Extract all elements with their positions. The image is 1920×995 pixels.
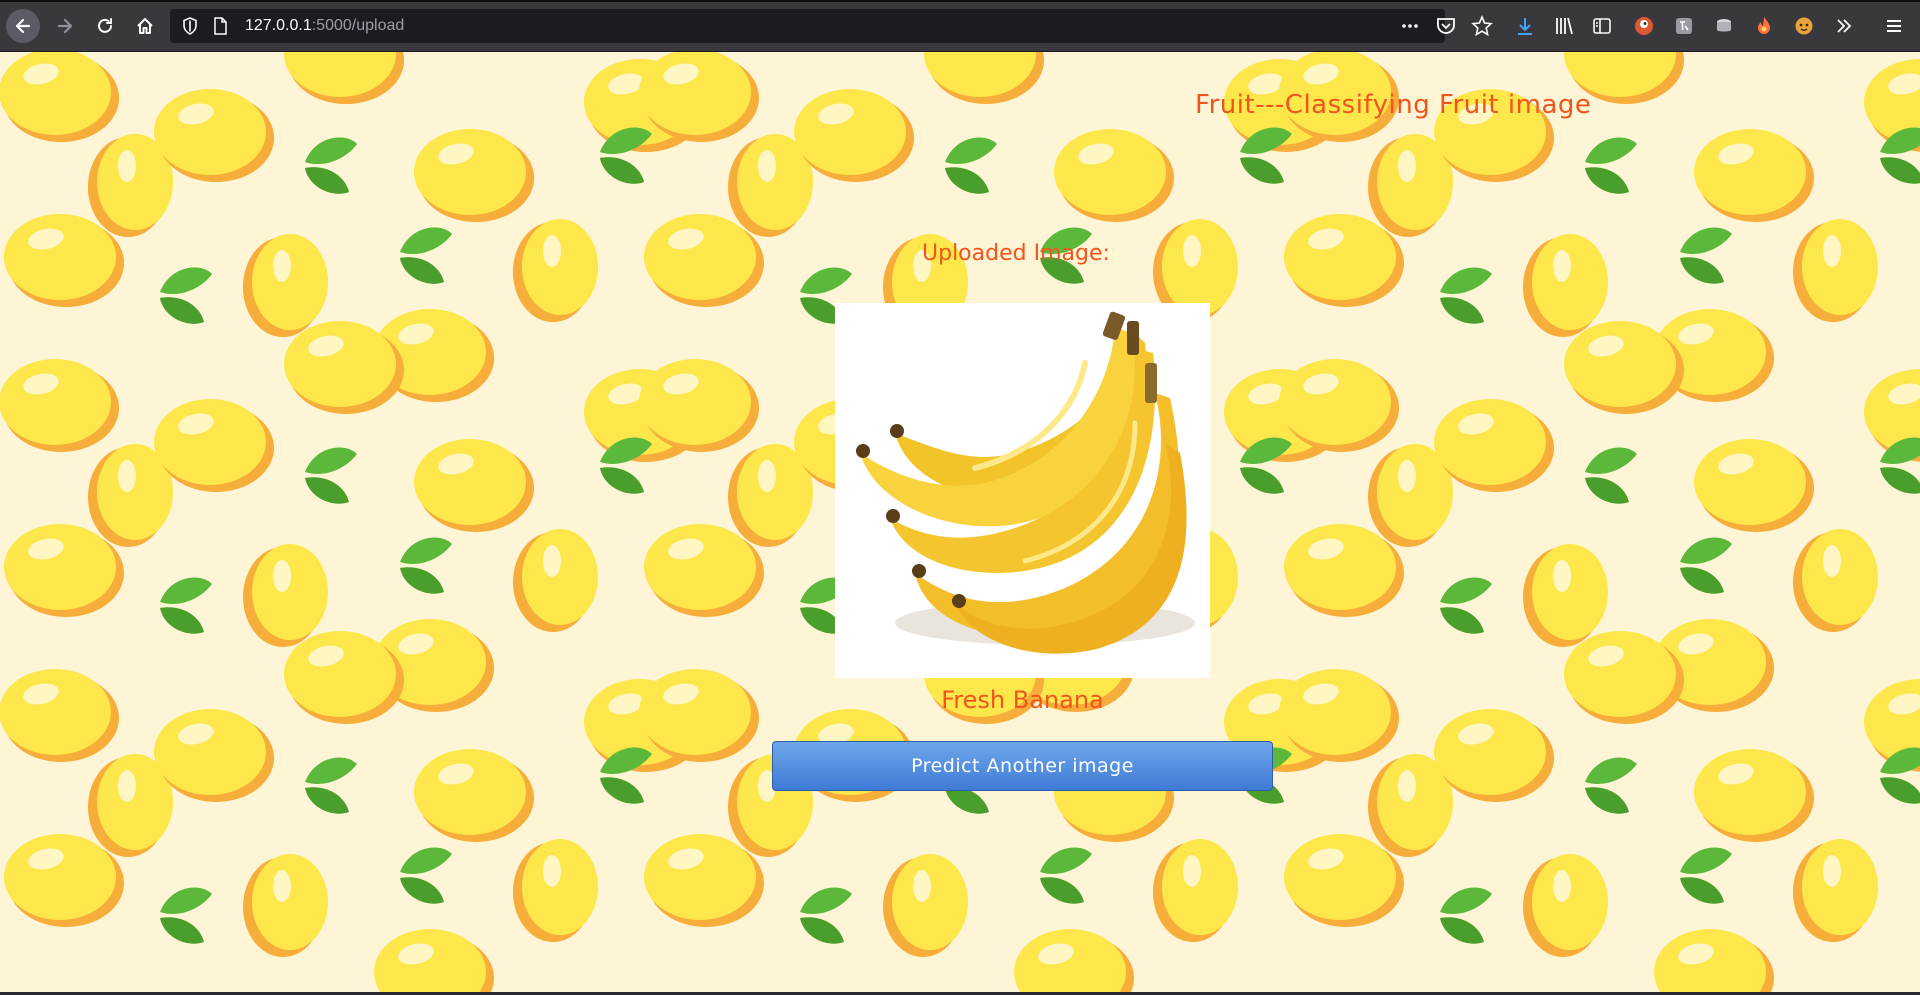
- home-icon: [137, 18, 153, 34]
- browser-toolbar: 127.0.0.1:5000/upload: [0, 0, 1920, 52]
- forward-button[interactable]: [48, 9, 82, 43]
- fire-extension-icon[interactable]: [1752, 14, 1776, 38]
- uploaded-image-label: Uploaded Image:: [922, 241, 1110, 266]
- sidebar-icon[interactable]: [1590, 14, 1614, 38]
- more-icon[interactable]: [1400, 16, 1420, 36]
- back-icon: [15, 18, 31, 34]
- url-text[interactable]: 127.0.0.1:5000/upload: [245, 17, 404, 35]
- chevron-overflow-icon[interactable]: [1832, 14, 1856, 38]
- url-host: 127.0.0.1: [245, 17, 312, 34]
- page-icon[interactable]: [210, 16, 230, 36]
- forward-icon: [57, 18, 73, 34]
- reload-button[interactable]: [88, 9, 122, 43]
- download-icon[interactable]: [1513, 14, 1537, 38]
- translate-extension-icon[interactable]: [1672, 14, 1696, 38]
- back-button[interactable]: [6, 9, 40, 43]
- shield-icon[interactable]: [180, 16, 200, 36]
- url-bar[interactable]: 127.0.0.1:5000/upload: [170, 9, 1445, 43]
- monkey-extension-icon[interactable]: [1792, 14, 1816, 38]
- page-viewport: Fruit---Classifying Fruit image Uploaded…: [0, 52, 1920, 992]
- home-button[interactable]: [128, 9, 162, 43]
- container-extension-icon[interactable]: [1712, 14, 1736, 38]
- tab-strip: [0, 0, 1920, 2]
- hamburger-menu-icon[interactable]: [1882, 14, 1906, 38]
- reload-icon: [98, 18, 112, 33]
- star-icon[interactable]: [1470, 14, 1494, 38]
- library-icon[interactable]: [1552, 14, 1576, 38]
- prediction-result: Fresh Banana: [941, 686, 1104, 714]
- pocket-icon[interactable]: [1434, 14, 1458, 38]
- page-title: Fruit---Classifying Fruit image: [1195, 90, 1592, 120]
- duckduckgo-extension-icon[interactable]: [1632, 14, 1656, 38]
- url-path: :5000/upload: [311, 17, 405, 34]
- uploaded-image: [835, 303, 1210, 678]
- predict-another-image-button[interactable]: Predict Another image: [772, 741, 1273, 791]
- banana-image: [856, 311, 1195, 654]
